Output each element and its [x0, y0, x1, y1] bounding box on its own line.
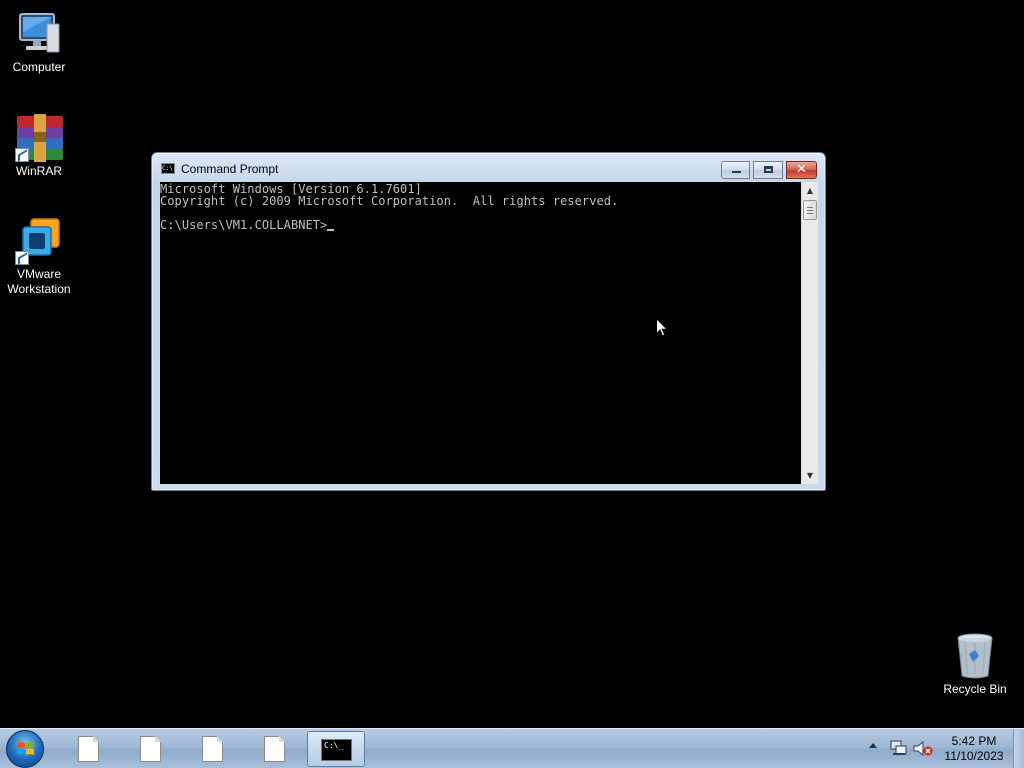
mouse-pointer-icon: [656, 318, 668, 337]
maximize-button[interactable]: [753, 161, 783, 179]
taskbar-item-document-2[interactable]: [121, 731, 179, 767]
desktop-icon-label-line1: VMware: [16, 267, 61, 281]
document-icon: [140, 736, 161, 762]
close-icon: ✕: [796, 162, 807, 177]
document-icon: [202, 736, 223, 762]
shortcut-arrow-icon: [15, 148, 29, 162]
desktop-icon-label: Recycle Bin: [943, 682, 1007, 696]
vertical-scrollbar[interactable]: ▲ ▼: [801, 182, 818, 484]
document-icon: [264, 736, 285, 762]
command-prompt-window[interactable]: C:\ Command Prompt ✕ Microsoft Windows […: [151, 152, 826, 491]
start-button[interactable]: [6, 730, 44, 768]
system-clock[interactable]: 5:42 PM 11/10/2023: [938, 734, 1010, 764]
desktop-icon-recycle-bin[interactable]: Recycle Bin: [936, 632, 1014, 697]
volume-muted-icon[interactable]: [913, 740, 933, 757]
show-desktop-button[interactable]: [1013, 729, 1024, 768]
desktop-icon-vmware-workstation[interactable]: VMware Workstation: [0, 217, 78, 297]
command-prompt-icon[interactable]: C:\: [161, 163, 175, 174]
taskbar-item-document-1[interactable]: [59, 731, 117, 767]
winrar-icon: [15, 114, 63, 162]
network-icon[interactable]: [890, 740, 907, 756]
scroll-down-arrow-icon[interactable]: ▼: [802, 467, 818, 484]
windows-logo-icon: [17, 742, 34, 755]
desktop-icon-computer[interactable]: Computer: [0, 10, 78, 75]
show-hidden-icons-arrow-icon[interactable]: [869, 743, 877, 748]
console-prompt-line: C:\Users\VM1.COLLABNET>: [160, 219, 801, 231]
minimize-icon: [732, 171, 741, 173]
taskbar: C:\_ 5:42 PM 11/10/2023: [0, 728, 1024, 768]
taskbar-item-document-3[interactable]: [183, 731, 241, 767]
desktop-icon-winrar[interactable]: WinRAR: [0, 114, 78, 179]
desktop-icon-label: Computer: [12, 60, 66, 74]
vmware-workstation-icon: [15, 217, 63, 265]
minimize-button[interactable]: [721, 161, 750, 179]
window-titlebar[interactable]: C:\ Command Prompt ✕: [152, 153, 825, 183]
desktop-icon-label-line2: Workstation: [7, 282, 71, 296]
console-output[interactable]: Microsoft Windows [Version 6.1.7601] Cop…: [160, 182, 801, 484]
close-button[interactable]: ✕: [786, 161, 817, 179]
console-prompt: C:\Users\VM1.COLLABNET>: [160, 218, 328, 232]
taskbar-item-command-prompt[interactable]: C:\_: [307, 731, 365, 767]
text-cursor: [327, 229, 335, 231]
taskbar-item-document-4[interactable]: [245, 731, 303, 767]
clock-time: 5:42 PM: [951, 734, 997, 748]
desktop-icon-label: WinRAR: [15, 164, 62, 178]
command-prompt-icon: C:\_: [321, 739, 352, 761]
console-line: Copyright (c) 2009 Microsoft Corporation…: [160, 194, 619, 208]
maximize-icon: [764, 166, 773, 173]
computer-icon: [15, 10, 63, 58]
window-title: Command Prompt: [181, 162, 279, 176]
clock-date: 11/10/2023: [944, 749, 1004, 763]
recycle-bin-icon: [951, 632, 999, 680]
shortcut-arrow-icon: [15, 251, 29, 265]
scroll-up-arrow-icon[interactable]: ▲: [802, 182, 818, 199]
scrollbar-thumb[interactable]: [803, 200, 817, 220]
document-icon: [78, 736, 99, 762]
